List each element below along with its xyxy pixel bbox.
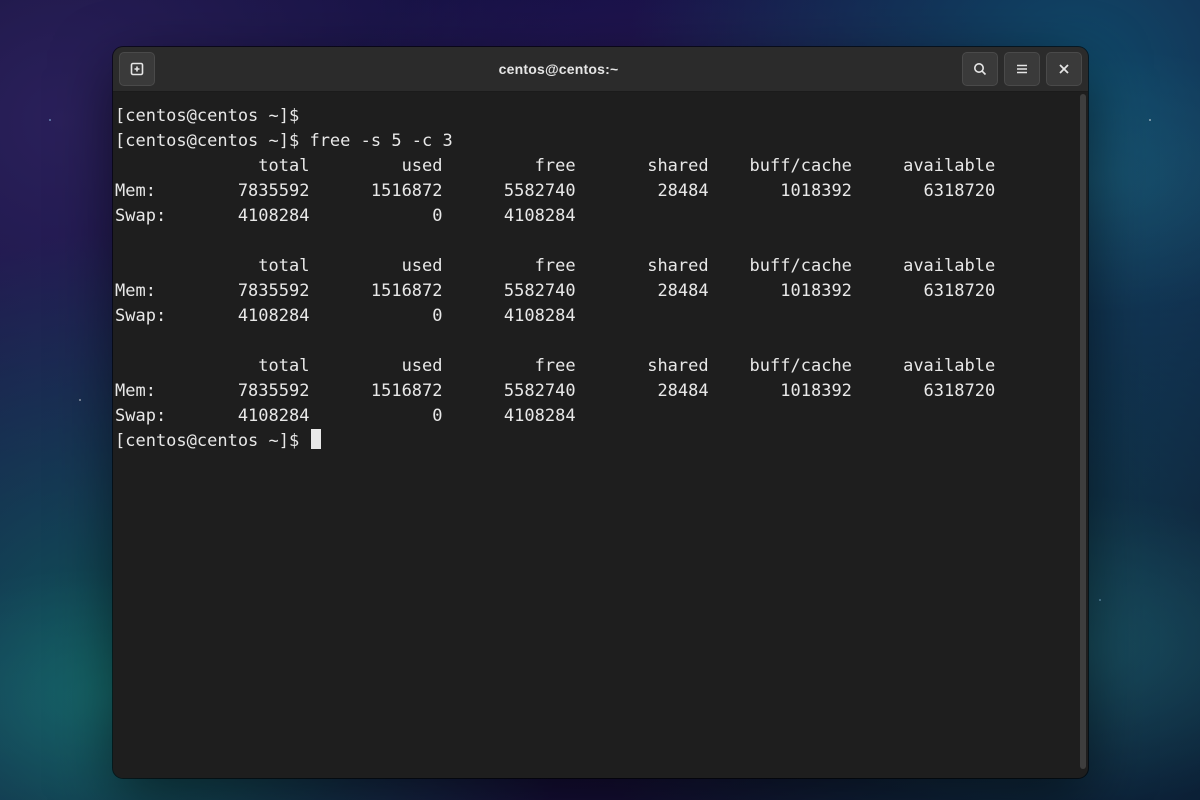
search-icon	[972, 61, 988, 77]
new-tab-icon	[129, 61, 145, 77]
terminal-window: centos@centos:~	[113, 47, 1088, 778]
window-title: centos@centos:~	[161, 61, 956, 77]
scrollbar[interactable]	[1078, 92, 1088, 778]
scrollbar-thumb[interactable]	[1080, 94, 1086, 769]
menu-button[interactable]	[1004, 52, 1040, 86]
close-button[interactable]	[1046, 52, 1082, 86]
titlebar: centos@centos:~	[113, 47, 1088, 92]
search-button[interactable]	[962, 52, 998, 86]
close-icon	[1057, 62, 1071, 76]
terminal-output[interactable]: [centos@centos ~]$ [centos@centos ~]$ fr…	[113, 92, 1078, 778]
terminal-cursor	[311, 429, 321, 449]
new-tab-button[interactable]	[119, 52, 155, 86]
hamburger-icon	[1014, 61, 1030, 77]
